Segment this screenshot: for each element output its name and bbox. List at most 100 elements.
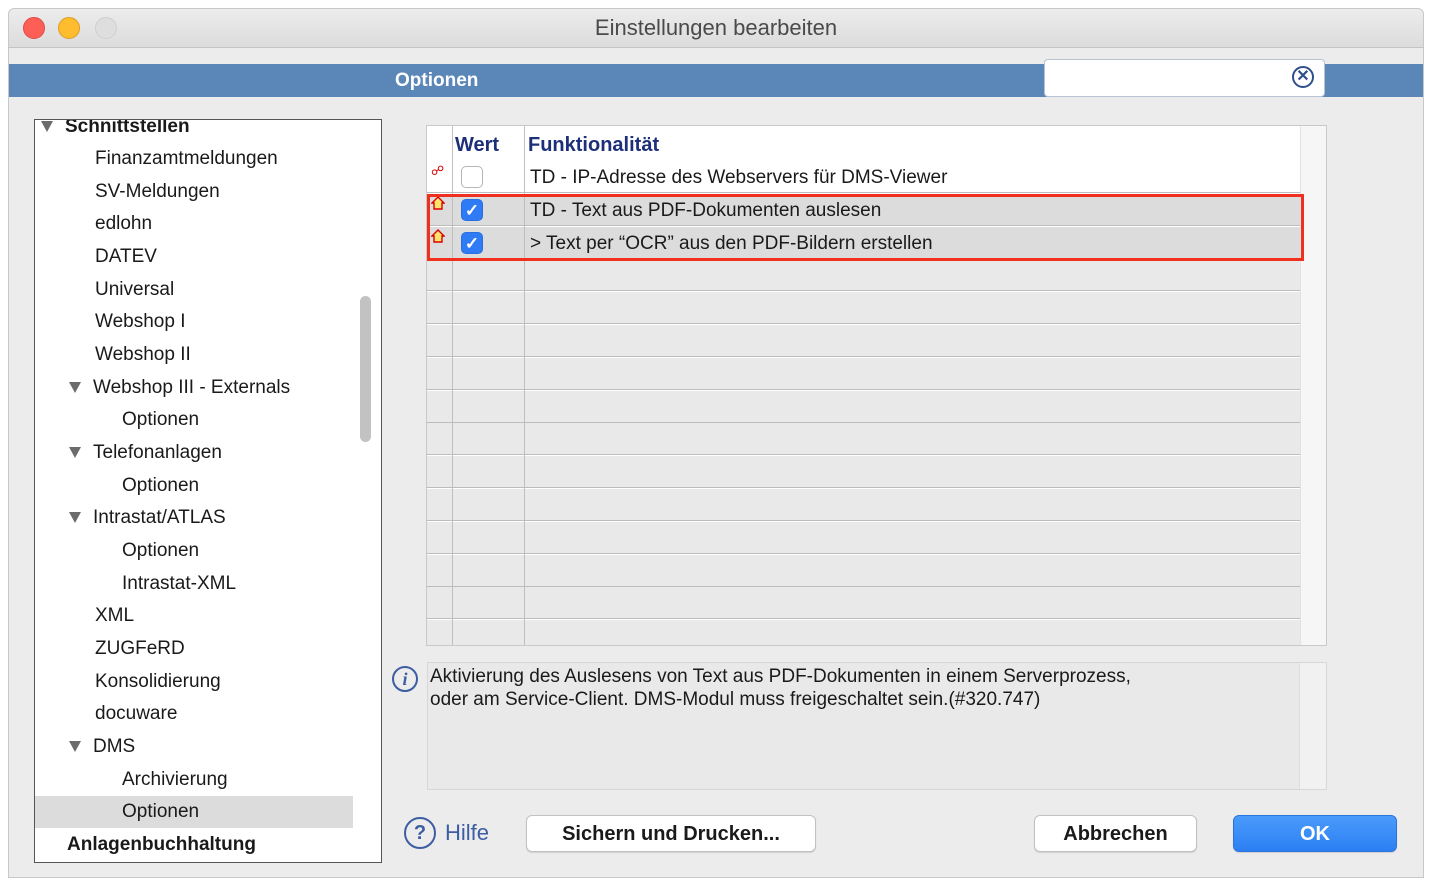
tree-item-content: Webshop I xyxy=(95,306,185,338)
tree-item-label: Optionen xyxy=(122,409,200,430)
highlight-annotation-box xyxy=(427,194,1304,261)
disclosure-triangle-icon[interactable] xyxy=(69,382,81,394)
tree-item[interactable]: DATEV xyxy=(35,241,353,273)
tree-item[interactable]: DMS xyxy=(35,731,353,763)
tree-item[interactable]: Konsolidierung xyxy=(35,666,353,698)
disclosure-triangle-icon[interactable] xyxy=(69,512,81,524)
network-icon: ☍ xyxy=(431,163,445,178)
tree-item-content: DATEV xyxy=(95,241,157,273)
header-title: Optionen xyxy=(395,70,479,91)
tree-item[interactable]: Optionen xyxy=(35,470,353,502)
disclosure-triangle-icon[interactable] xyxy=(41,121,53,133)
description-line-1: Aktivierung des Auslesens von Text aus P… xyxy=(430,666,1131,687)
description-text: Aktivierung des Auslesens von Text aus P… xyxy=(430,665,1290,711)
tree-item-label: Konsolidierung xyxy=(95,671,221,692)
settings-tree[interactable]: Schnittstellen Finanzamtmeldungen SV-Meldu… xyxy=(34,119,382,863)
tree-item[interactable]: Webshop I xyxy=(35,306,353,338)
help-link[interactable]: Hilfe xyxy=(445,817,489,849)
tree-item[interactable]: Intrastat/ATLAS xyxy=(35,502,353,534)
window-title: Einstellungen bearbeiten xyxy=(594,15,838,40)
tree-item-content: XML xyxy=(95,600,134,632)
tree-item[interactable]: Webshop III - Externals xyxy=(35,372,353,404)
tree-item-label: XML xyxy=(95,605,135,626)
tree-item-content: Telefonanlagen xyxy=(69,437,222,469)
search-field[interactable]: ✕ xyxy=(1044,59,1325,97)
tree-item[interactable]: SV-Meldungen xyxy=(35,176,353,208)
tree-item-content: DMS xyxy=(69,731,135,763)
empty-table-row xyxy=(427,259,1300,292)
help-icon[interactable]: ? xyxy=(404,817,436,849)
table-header: Wert Funktionalität xyxy=(427,126,1300,162)
tree-item-label: Archivierung xyxy=(122,769,228,790)
tree-item-label: Finanzamtmeldungen xyxy=(95,148,278,169)
cancel-button[interactable]: Abbrechen xyxy=(1034,815,1197,852)
tree-item-label: edlohn xyxy=(95,213,153,234)
tree-item-content: ZUGFeRD xyxy=(95,633,185,665)
tree-item-content: Anlagenbuchhaltung xyxy=(67,829,256,861)
empty-table-row xyxy=(427,521,1300,554)
empty-table-row xyxy=(427,489,1300,521)
tree-item[interactable]: Archivierung xyxy=(35,764,353,796)
empty-table-row xyxy=(427,456,1300,489)
value-checkbox[interactable] xyxy=(461,166,483,188)
tree-item-label: Telefonanlagen xyxy=(93,442,222,463)
tree-item-content: Webshop III - Externals xyxy=(69,372,290,404)
tree-item-content: Optionen xyxy=(122,404,199,436)
tree-item[interactable]: Optionen xyxy=(35,796,353,828)
tree-item[interactable]: Optionen xyxy=(35,404,353,436)
tree-item-label: Webshop I xyxy=(95,311,186,332)
disclosure-triangle-icon[interactable] xyxy=(69,447,81,459)
info-icon: i xyxy=(392,666,418,692)
tree-item[interactable]: Schnittstellen xyxy=(35,119,353,143)
tree-item-label: DMS xyxy=(93,736,136,757)
column-header-function[interactable]: Funktionalität xyxy=(528,126,659,161)
clear-search-icon[interactable]: ✕ xyxy=(1292,66,1314,88)
description-scrollbar[interactable] xyxy=(1299,663,1326,789)
tree-item[interactable]: Anlagenbuchhaltung xyxy=(35,829,353,861)
tree-item[interactable]: Finanzamtmeldungen xyxy=(35,143,353,175)
table-row[interactable]: ☍ TD - IP-Adresse des Webservers für DMS-… xyxy=(427,161,1300,193)
tree-item[interactable]: Intrastat-XML xyxy=(35,568,353,600)
tree-item-label: Schnittstellen xyxy=(65,119,190,137)
tree-item[interactable]: Webshop II xyxy=(35,339,353,371)
empty-table-row xyxy=(427,554,1300,587)
tree-item[interactable]: Optionen xyxy=(35,535,353,567)
tree-item-content: Optionen xyxy=(122,470,199,502)
tree-item-label: SV-Meldungen xyxy=(95,181,220,202)
description-line-2: oder am Service-Client. DMS-Modul muss f… xyxy=(430,689,1041,710)
tree-item[interactable]: ZUGFeRD xyxy=(35,633,353,665)
tree-scrollbar[interactable] xyxy=(360,296,371,442)
title-bar: Einstellungen bearbeiten xyxy=(9,9,1423,48)
function-label: TD - IP-Adresse des Webservers für DMS-V… xyxy=(530,167,948,188)
tree-item-label: Optionen xyxy=(122,801,200,822)
tree-item-label: Optionen xyxy=(122,540,200,561)
tree-item-label: DATEV xyxy=(95,246,157,267)
tree-item[interactable]: Universal xyxy=(35,274,353,306)
tree-item[interactable]: edlohn xyxy=(35,208,353,240)
settings-window: Einstellungen bearbeiten Optionen ✕ Schn… xyxy=(8,8,1424,878)
tree-item-label: ZUGFeRD xyxy=(95,638,185,659)
tree-item-label: Webshop III - Externals xyxy=(93,377,291,398)
tree-item-content: Schnittstellen xyxy=(41,119,190,143)
tree-item-content: Konsolidierung xyxy=(95,666,221,698)
tree-item-label: Intrastat/ATLAS xyxy=(93,507,226,528)
tree-item-label: Optionen xyxy=(122,475,200,496)
save-and-print-button[interactable]: Sichern und Drucken... xyxy=(526,815,816,852)
table-scrollbar[interactable] xyxy=(1300,126,1326,645)
empty-table-row xyxy=(427,423,1300,456)
tree-item[interactable]: Telefonanlagen xyxy=(35,437,353,469)
tree-item-content: Webshop II xyxy=(95,339,191,371)
empty-table-row xyxy=(427,587,1300,620)
tree-item[interactable]: docuware xyxy=(35,698,353,730)
disclosure-triangle-icon[interactable] xyxy=(69,741,81,753)
ok-button[interactable]: OK xyxy=(1233,815,1397,852)
column-header-value[interactable]: Wert xyxy=(455,126,499,161)
tree-item-content: edlohn xyxy=(95,208,152,240)
tree-item-label: Anlagenbuchhaltung xyxy=(67,834,256,855)
tree-item-content: Optionen xyxy=(122,535,199,567)
tree-item-content: Intrastat-XML xyxy=(122,568,236,600)
tree-item[interactable]: XML xyxy=(35,600,353,632)
description-box: Aktivierung des Auslesens von Text aus P… xyxy=(427,662,1327,790)
empty-table-row xyxy=(427,325,1300,357)
tree-item-label: Universal xyxy=(95,279,175,300)
